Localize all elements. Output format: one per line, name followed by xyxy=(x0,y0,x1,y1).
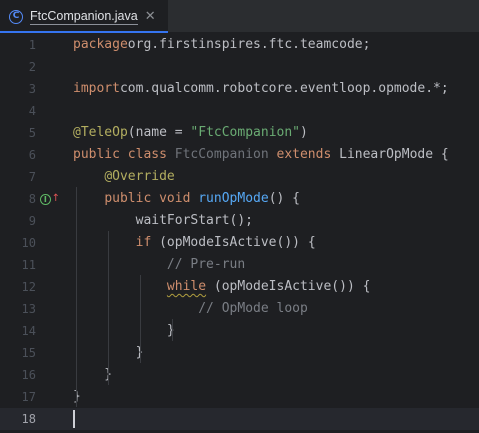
line-number[interactable]: 12 xyxy=(0,276,36,298)
code-line[interactable]: 14 } xyxy=(0,320,479,342)
code-token: import xyxy=(73,81,120,96)
code-line[interactable]: 1 packageorg.firstinspires.ftc.teamcode; xyxy=(0,34,479,56)
code-text[interactable]: waitForStart(); xyxy=(73,210,253,232)
line-number[interactable]: 11 xyxy=(0,254,36,276)
line-number[interactable]: 2 xyxy=(0,56,36,78)
code-token: FtcCompanion xyxy=(174,147,277,162)
text-caret xyxy=(73,410,75,428)
line-number[interactable]: 18 xyxy=(0,408,36,430)
code-line[interactable]: 17} xyxy=(0,386,479,408)
code-line[interactable]: 5 @TeleOp(name = "FtcCompanion") xyxy=(0,122,479,144)
code-token: (opModeIsActive()) { xyxy=(159,235,316,250)
code-text[interactable]: public void runOpMode() { xyxy=(73,188,300,210)
line-number[interactable]: 4 xyxy=(0,100,36,122)
code-text[interactable]: @Override xyxy=(73,166,175,188)
line-number[interactable]: 16 xyxy=(0,364,36,386)
close-icon[interactable]: ✕ xyxy=(145,9,156,24)
code-text[interactable]: importcom.qualcomm.robotcore.eventloop.o… xyxy=(73,78,449,100)
code-token: } xyxy=(73,367,113,382)
line-number[interactable]: 6 xyxy=(0,144,36,166)
code-token: public void xyxy=(104,191,199,206)
code-line[interactable]: 10 if (opModeIsActive()) { xyxy=(0,232,479,254)
code-token: waitForStart(); xyxy=(73,213,254,228)
code-text[interactable]: if (opModeIsActive()) { xyxy=(73,232,316,254)
line-number[interactable]: 5 xyxy=(0,122,36,144)
code-line[interactable]: 7 @Override xyxy=(0,166,479,188)
code-token: package xyxy=(73,37,128,52)
code-line[interactable]: 3 importcom.qualcomm.robotcore.eventloop.… xyxy=(0,78,479,100)
code-line[interactable]: 2 xyxy=(0,56,479,78)
code-line[interactable]: 9 waitForStart(); xyxy=(0,210,479,232)
code-line[interactable]: 8 public void runOpMode() { I ↑ xyxy=(0,188,479,210)
indent-guide xyxy=(76,187,77,407)
code-token: @Override xyxy=(104,169,175,184)
code-line[interactable]: 12 while (opModeIsActive()) { xyxy=(0,276,479,298)
code-token: if xyxy=(135,235,160,250)
code-text[interactable]: } xyxy=(73,320,175,342)
code-line[interactable]: 16 } xyxy=(0,364,479,386)
indent-guide xyxy=(172,319,173,341)
code-line[interactable]: 18 xyxy=(0,408,479,430)
line-number[interactable]: 15 xyxy=(0,342,36,364)
code-text[interactable]: public class FtcCompanion extends Linear… xyxy=(73,144,449,166)
code-token: // OpMode loop xyxy=(198,301,308,316)
line-number[interactable]: 10 xyxy=(0,232,36,254)
code-line[interactable]: 6 public class FtcCompanion extends Linea… xyxy=(0,144,479,166)
code-token: LinearOpMode { xyxy=(339,147,449,162)
code-line[interactable]: 11 // Pre-run xyxy=(0,254,479,276)
code-token: ) xyxy=(300,125,308,140)
line-number[interactable]: 1 xyxy=(0,34,36,56)
indent-guide xyxy=(140,275,141,363)
code-line[interactable]: 13 // OpMode loop xyxy=(0,298,479,320)
code-token: while xyxy=(166,279,207,294)
code-token: org.firstinspires.ftc.teamcode; xyxy=(127,37,371,52)
code-token: () { xyxy=(268,191,300,206)
editor-tab-bar: C FtcCompanion.java ✕ xyxy=(0,0,479,33)
code-line[interactable]: 4 xyxy=(0,100,479,122)
line-number[interactable]: 13 xyxy=(0,298,36,320)
line-number[interactable]: 8 xyxy=(0,188,36,210)
line-number[interactable]: 17 xyxy=(0,386,36,408)
line-number[interactable]: 9 xyxy=(0,210,36,232)
code-token: @TeleOp xyxy=(73,125,128,140)
code-token: // Pre-run xyxy=(166,257,246,272)
java-class-icon: C xyxy=(9,9,23,24)
editor-tab-ftccompanion[interactable]: C FtcCompanion.java ✕ xyxy=(0,0,168,33)
ide-editor-window: C FtcCompanion.java ✕ 1 packageorg.firsti… xyxy=(0,0,479,433)
tab-title: FtcCompanion.java xyxy=(30,8,138,25)
arrow-up-icon: ↑ xyxy=(51,193,60,204)
code-text[interactable]: while (opModeIsActive()) { xyxy=(73,276,371,298)
code-text[interactable]: } xyxy=(73,364,112,386)
code-text[interactable]: packageorg.firstinspires.ftc.teamcode; xyxy=(73,34,370,56)
line-number[interactable]: 14 xyxy=(0,320,36,342)
code-token: runOpMode xyxy=(198,191,269,206)
line-number[interactable]: 3 xyxy=(0,78,36,100)
code-text[interactable]: @TeleOp(name = "FtcCompanion") xyxy=(73,122,308,144)
code-token: } xyxy=(73,323,175,338)
code-token: "FtcCompanion" xyxy=(190,125,300,140)
code-token: (name = xyxy=(127,125,191,140)
code-token: extends xyxy=(276,147,340,162)
indent-guide xyxy=(108,231,109,385)
code-token: com.qualcomm.robotcore.eventloop.opmode.… xyxy=(119,81,449,96)
code-editor[interactable]: 1 packageorg.firstinspires.ftc.teamcode; 2… xyxy=(0,33,479,433)
code-token: public class xyxy=(73,147,175,162)
code-text[interactable]: // Pre-run xyxy=(73,254,245,276)
line-number[interactable]: 7 xyxy=(0,166,36,188)
code-line[interactable]: 15 } xyxy=(0,342,479,364)
code-token: (opModeIsActive()) { xyxy=(206,279,371,294)
implements-method-icon[interactable]: I ↑ xyxy=(40,188,60,210)
implements-icon: I xyxy=(40,193,51,205)
